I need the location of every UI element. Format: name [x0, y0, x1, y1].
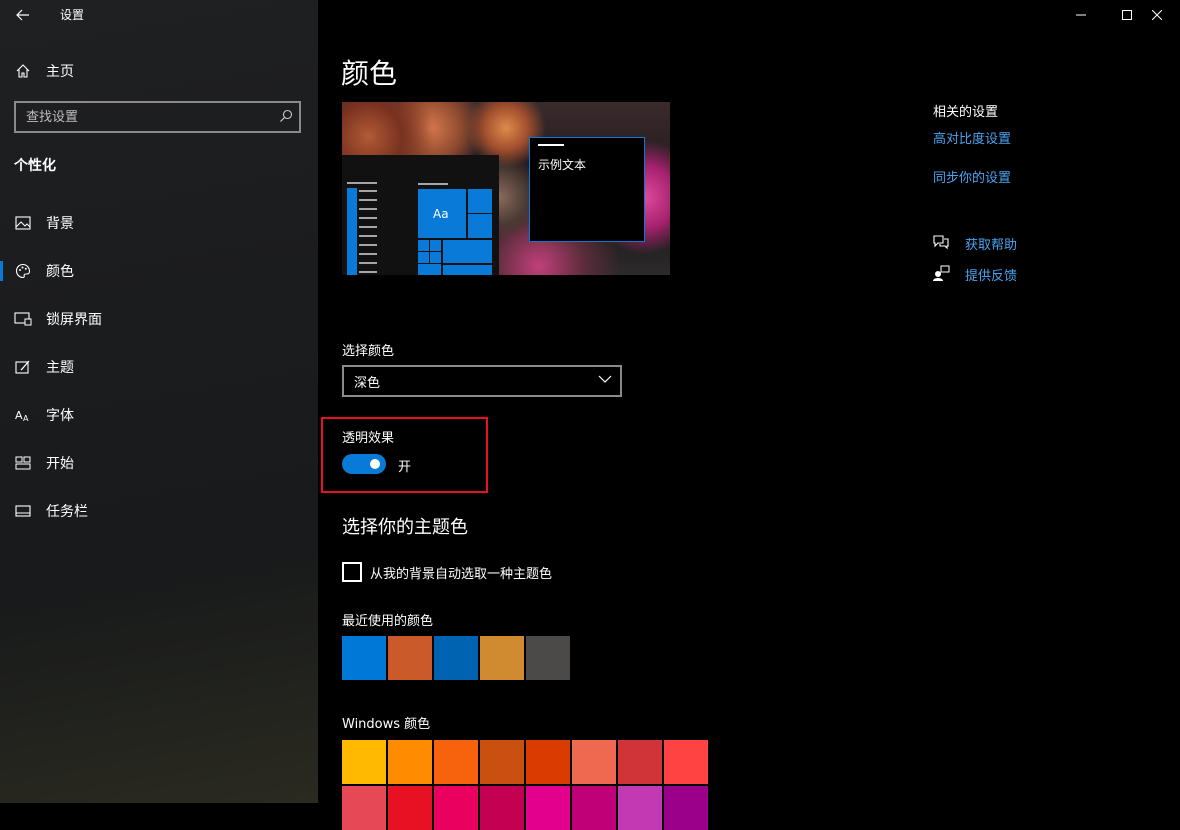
back-button[interactable] [10, 2, 36, 28]
high-contrast-link[interactable]: 高对比度设置 [933, 128, 1011, 147]
auto-accent-label: 从我的背景自动选取一种主题色 [370, 567, 553, 582]
back-arrow-icon [16, 9, 29, 21]
related-settings-heading: 相关的设置 [933, 105, 999, 120]
section-title: 个性化 [14, 158, 56, 174]
preview-sample-text: 示例文本 [538, 158, 587, 172]
sidebar-item-label: 颜色 [46, 264, 74, 280]
sidebar-item-background[interactable]: 背景 [0, 203, 318, 243]
font-icon: AA [14, 406, 32, 424]
color-swatch[interactable] [618, 740, 662, 784]
accent-heading: 选择你的主题色 [342, 517, 468, 538]
sidebar-item-label: 主页 [46, 64, 74, 80]
sync-settings-link[interactable]: 同步你的设置 [933, 167, 1011, 186]
color-swatch[interactable] [480, 740, 524, 784]
sidebar-item-label: 开始 [46, 456, 74, 472]
preview-window: 示例文本 [529, 137, 645, 242]
color-swatch[interactable] [342, 740, 386, 784]
preview-start-menu: Aa [342, 155, 499, 275]
sidebar-item-label: 主题 [46, 360, 74, 376]
color-swatch[interactable] [480, 636, 524, 680]
color-swatch[interactable] [526, 636, 570, 680]
sidebar-item-colors[interactable]: 颜色 [0, 251, 318, 291]
sidebar: 设置 主页 个性化 背景 颜色 锁屏界面 主题 A [0, 0, 318, 803]
sidebar-item-label: 锁屏界面 [46, 312, 102, 328]
feedback-icon [932, 264, 950, 282]
minimize-icon [1076, 14, 1086, 16]
picture-icon [14, 214, 32, 232]
color-swatch[interactable] [342, 636, 386, 680]
get-help-link[interactable]: 获取帮助 [965, 234, 1017, 253]
choose-color-dropdown[interactable]: 深色 [342, 365, 622, 397]
sidebar-item-taskbar[interactable]: 任务栏 [0, 491, 318, 531]
choose-color-label: 选择颜色 [342, 344, 395, 359]
color-swatch[interactable] [526, 786, 570, 830]
preview-tile-text: Aa [433, 207, 449, 221]
search-input[interactable] [16, 103, 266, 131]
sidebar-item-label: 背景 [46, 216, 74, 232]
svg-text:A: A [15, 409, 23, 422]
app-title: 设置 [60, 8, 85, 22]
color-swatch[interactable] [434, 786, 478, 830]
transparency-state: 开 [398, 460, 412, 475]
search-box[interactable] [14, 101, 301, 133]
sidebar-item-label: 任务栏 [46, 504, 88, 520]
recent-colors-label: 最近使用的颜色 [342, 614, 434, 629]
sidebar-item-label: 字体 [46, 408, 74, 424]
sidebar-item-home[interactable]: 主页 [0, 51, 318, 91]
svg-text:A: A [23, 414, 29, 422]
color-swatch[interactable] [526, 740, 570, 784]
taskbar-icon [14, 502, 32, 520]
color-swatch[interactable] [572, 740, 616, 784]
color-swatch[interactable] [388, 740, 432, 784]
maximize-icon [1122, 10, 1132, 20]
lock-screen-icon [14, 310, 32, 328]
color-swatch[interactable] [434, 636, 478, 680]
page-title: 颜色 [341, 57, 398, 90]
color-swatch[interactable] [572, 786, 616, 830]
sidebar-item-fonts[interactable]: AA 字体 [0, 395, 318, 435]
color-swatch[interactable] [480, 786, 524, 830]
feedback-link[interactable]: 提供反馈 [965, 265, 1017, 284]
close-icon [1152, 10, 1162, 20]
chevron-down-icon [598, 375, 612, 383]
help-chat-icon [932, 233, 950, 251]
windows-colors-label: Windows 颜色 [342, 717, 431, 732]
transparency-label: 透明效果 [342, 431, 395, 446]
color-swatch[interactable] [434, 740, 478, 784]
sidebar-item-lock-screen[interactable]: 锁屏界面 [0, 299, 318, 339]
color-swatch[interactable] [664, 740, 708, 784]
color-swatch[interactable] [618, 786, 662, 830]
close-button[interactable] [1134, 0, 1180, 30]
search-icon[interactable] [279, 109, 293, 123]
color-swatch[interactable] [342, 786, 386, 830]
color-swatch[interactable] [664, 786, 708, 830]
color-swatch[interactable] [388, 786, 432, 830]
sidebar-item-start[interactable]: 开始 [0, 443, 318, 483]
sidebar-item-themes[interactable]: 主题 [0, 347, 318, 387]
color-swatch[interactable] [388, 636, 432, 680]
transparency-toggle[interactable] [342, 454, 386, 474]
home-icon [14, 62, 32, 80]
theme-preview: Aa 示例文本 [342, 102, 670, 275]
theme-brush-icon [14, 358, 32, 376]
choose-color-value: 深色 [354, 375, 381, 391]
auto-accent-checkbox[interactable] [342, 562, 362, 582]
palette-icon [14, 262, 32, 280]
minimize-button[interactable] [1058, 0, 1104, 30]
start-tiles-icon [14, 454, 32, 472]
